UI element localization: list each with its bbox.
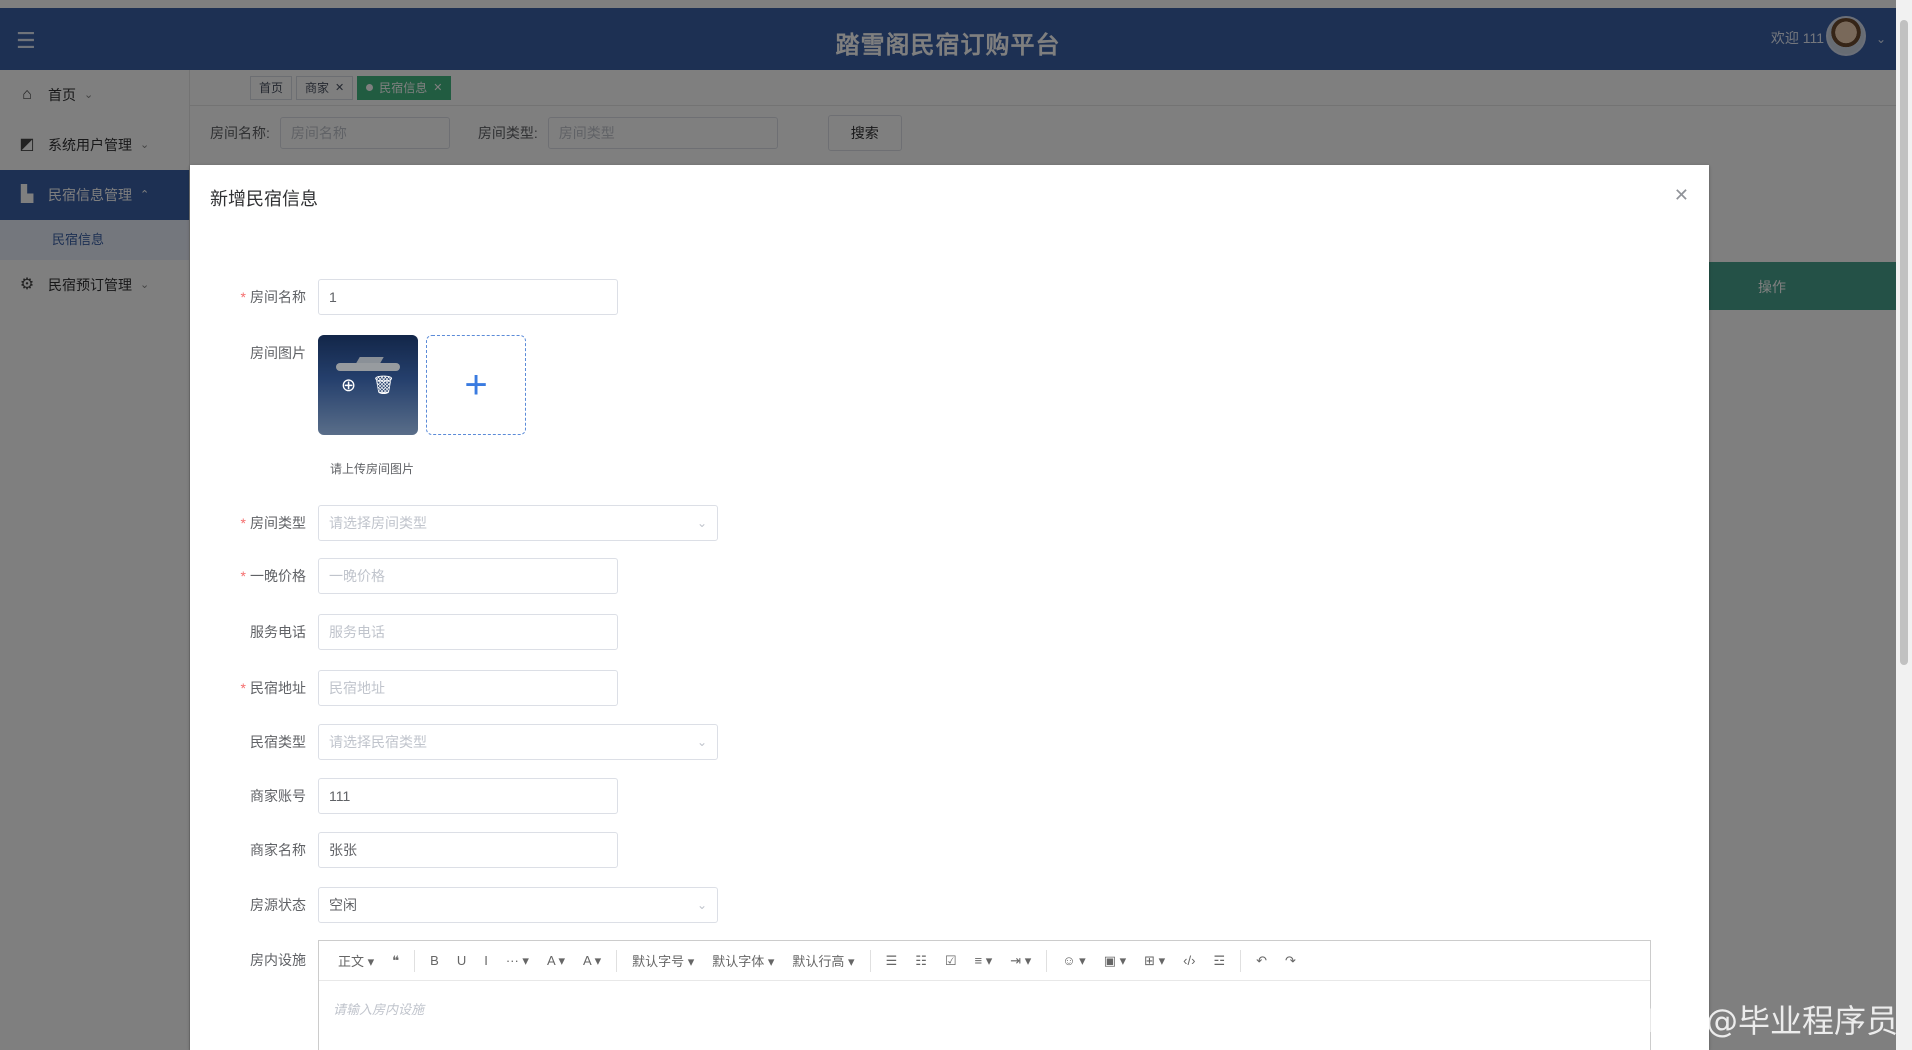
label-text: 房间名称 [250, 289, 306, 305]
form-item-phone: 服务电话 服务电话 [190, 614, 618, 650]
toolbar-divider [1046, 949, 1048, 972]
editor-content[interactable]: 请输入房内设施 [319, 981, 1650, 1036]
address-input[interactable]: 民宿地址 [318, 670, 618, 706]
divider-icon[interactable]: ☲ [1204, 953, 1234, 969]
label-text: 商家账号 [250, 788, 306, 804]
thumbnail-actions: ⊕ 🗑 [318, 335, 418, 435]
bold-icon[interactable]: B [421, 953, 448, 968]
select-value: 空闲 [329, 897, 357, 913]
plus-icon: + [464, 362, 488, 407]
status-select[interactable]: 空闲 ⌄ [318, 887, 718, 923]
toolbar-divider [1240, 949, 1242, 972]
font-size-select[interactable]: 默认字号 ▾ [623, 951, 703, 970]
form-item-merchant-account: 商家账号 111 [190, 778, 618, 814]
app-root: ☰ 踏雪阁民宿订购平台 欢迎 111 ⌄ ⌂ 首页 ⌄ ◩ 系统用户管理 ⌄ ▙… [0, 0, 1912, 1050]
font-color-icon[interactable]: A ▾ [538, 953, 574, 969]
todo-icon[interactable]: ☑ [936, 953, 966, 969]
room-type-select[interactable]: 请选择房间类型 ⌄ [318, 505, 718, 541]
label-text: 服务电话 [250, 624, 306, 640]
toolbar-divider [869, 949, 871, 972]
label-text: 商家名称 [250, 842, 306, 858]
uploaded-image-thumbnail[interactable]: ⊕ 🗑 [318, 335, 418, 435]
bullet-list-icon[interactable]: ☰ [877, 953, 907, 969]
heading-select[interactable]: 正文 ▾ [329, 951, 383, 970]
scrollbar-thumb[interactable] [1900, 20, 1908, 665]
line-height-select[interactable]: 默认行高 ▾ [783, 951, 863, 970]
form-label: 民宿类型 [190, 732, 318, 752]
upload-add-button[interactable]: + [426, 335, 526, 435]
form-label: 房内设施 [190, 940, 318, 970]
dialog-title: 新增民宿信息 [210, 189, 318, 209]
undo-icon[interactable]: ↶ [1247, 953, 1276, 969]
form-item-status: 房源状态 空闲 ⌄ [190, 887, 718, 923]
toolbar-divider [616, 949, 618, 972]
close-icon[interactable]: ✕ [1674, 185, 1689, 206]
form-item-address: * 民宿地址 民宿地址 [190, 670, 618, 706]
image-icon[interactable]: ▣ ▾ [1095, 953, 1135, 969]
homestay-type-select[interactable]: 请选择民宿类型 ⌄ [318, 724, 718, 760]
add-homestay-dialog: 新增民宿信息 ✕ * 房间名称 1 房间图片 ⊕ 🗑 + 请上传房间图片 * 房间类… [190, 165, 1709, 1050]
phone-input[interactable]: 服务电话 [318, 614, 618, 650]
label-text: 房源状态 [250, 897, 306, 913]
numbered-list-icon[interactable]: ☷ [906, 953, 936, 969]
editor-toolbar: 正文 ▾ ❝ B U I ··· ▾ A ▾ A ▾ 默认字号 ▾ 默认字体 ▾ 默认行高 ▾ ☰ ☷ ☑… [319, 941, 1650, 981]
indent-icon[interactable]: ⇥ ▾ [1001, 953, 1040, 969]
watermark: CSDN @毕业程序员 [1604, 1002, 1898, 1040]
form-label: 房间图片 [190, 335, 318, 363]
more-icon[interactable]: ··· ▾ [497, 953, 538, 969]
form-label: 房源状态 [190, 895, 318, 915]
italic-icon[interactable]: I [475, 953, 497, 968]
rich-text-editor: 正文 ▾ ❝ B U I ··· ▾ A ▾ A ▾ 默认字号 ▾ 默认字体 ▾ 默认行高 ▾ ☰ ☷ ☑… [318, 940, 1651, 1050]
align-icon[interactable]: ≡ ▾ [966, 953, 1002, 969]
chevron-down-icon: ⌄ [696, 898, 707, 912]
form-item-price: * 一晚价格 一晚价格 [190, 558, 618, 594]
label-text: 一晚价格 [250, 568, 306, 584]
form-label: 商家名称 [190, 840, 318, 860]
label-text: 房间类型 [250, 515, 306, 531]
label-text: 房间图片 [250, 345, 306, 361]
select-placeholder: 请选择民宿类型 [329, 734, 427, 750]
emoji-icon[interactable]: ☺ ▾ [1053, 953, 1094, 969]
form-label: * 一晚价格 [240, 568, 306, 584]
redo-icon[interactable]: ↷ [1276, 953, 1305, 969]
form-item-room-name: * 房间名称 1 [190, 279, 618, 315]
label-text: 房内设施 [250, 952, 306, 968]
label-text: 民宿地址 [250, 680, 306, 696]
merchant-name-input[interactable]: 张张 [318, 832, 618, 868]
form-item-room-type: * 房间类型 请选择房间类型 ⌄ [190, 505, 718, 541]
toolbar-divider [414, 949, 416, 972]
quote-icon[interactable]: ❝ [383, 953, 408, 969]
upload-hint: 请上传房间图片 [330, 462, 415, 476]
form-item-room-image: 房间图片 ⊕ 🗑 + [190, 335, 526, 435]
room-name-input[interactable]: 1 [318, 279, 618, 315]
form-label: * 民宿地址 [240, 680, 306, 696]
label-text: 民宿类型 [250, 734, 306, 750]
delete-icon[interactable]: 🗑 [372, 375, 395, 396]
form-item-facilities: 房内设施 正文 ▾ ❝ B U I ··· ▾ A ▾ A ▾ 默认字号 ▾ 默认字体 ▾ 默认行高… [190, 940, 1651, 1050]
price-input[interactable]: 一晚价格 [318, 558, 618, 594]
zoom-in-icon[interactable]: ⊕ [341, 375, 356, 396]
form-item-homestay-type: 民宿类型 请选择民宿类型 ⌄ [190, 724, 718, 760]
form-item-merchant-name: 商家名称 张张 [190, 832, 618, 868]
bg-color-icon[interactable]: A ▾ [574, 953, 610, 969]
font-family-select[interactable]: 默认字体 ▾ [703, 951, 783, 970]
form-label: 服务电话 [190, 622, 318, 642]
code-icon[interactable]: ‹/› [1174, 953, 1204, 968]
underline-icon[interactable]: U [448, 953, 475, 968]
table-icon[interactable]: ⊞ ▾ [1135, 953, 1174, 969]
form-label: * 房间类型 [240, 515, 306, 531]
form-label: * 房间名称 [240, 289, 306, 305]
page-scrollbar[interactable] [1896, 0, 1912, 1050]
merchant-account-input[interactable]: 111 [318, 778, 618, 814]
select-placeholder: 请选择房间类型 [329, 515, 427, 531]
chevron-down-icon: ⌄ [696, 735, 707, 749]
form-label: 商家账号 [190, 786, 318, 806]
chevron-down-icon: ⌄ [696, 516, 707, 530]
